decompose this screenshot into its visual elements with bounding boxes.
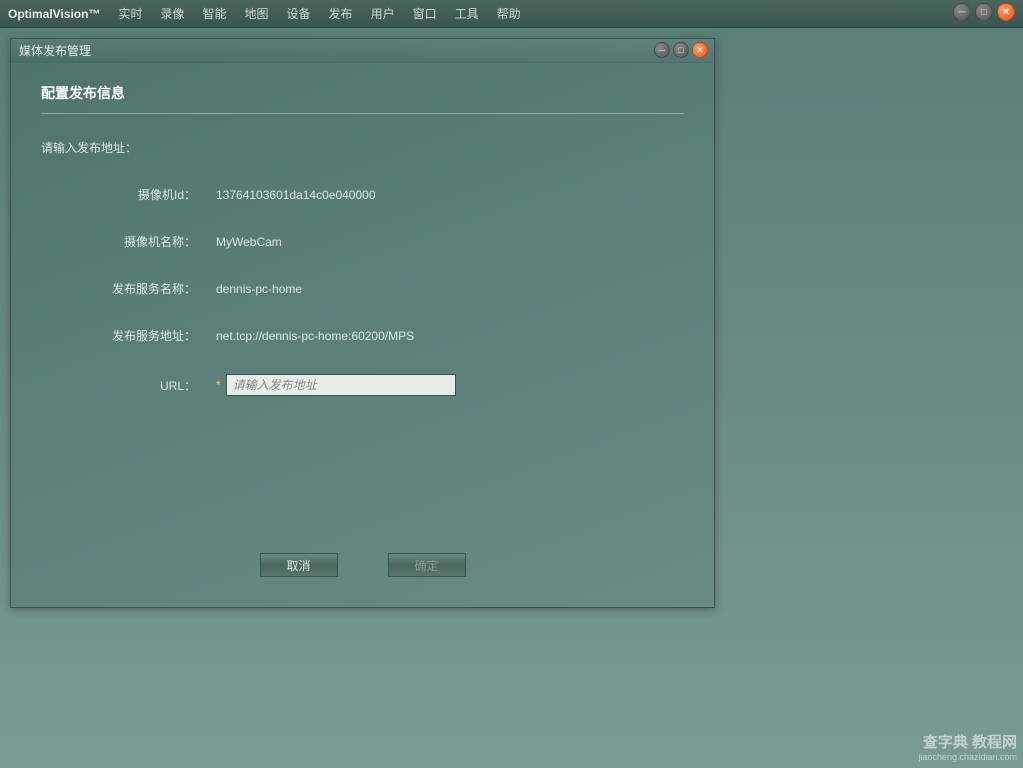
value-service-address: net.tcp://dennis-pc-home:60200/MPS <box>216 329 414 343</box>
ok-button[interactable]: 确定 <box>388 553 466 577</box>
close-icon[interactable]: ✕ <box>997 3 1015 21</box>
dialog-minimize-icon[interactable]: ─ <box>654 42 670 58</box>
menu-record[interactable]: 录像 <box>160 5 184 22</box>
label-service-name: 发布服务名称： <box>71 280 216 297</box>
watermark-main: 查字典 教程网 <box>918 733 1017 753</box>
row-camera-id: 摄像机Id： 13764103601da14c0e040000 <box>71 186 684 203</box>
dialog-window-controls: ─ □ ✕ <box>654 42 708 58</box>
row-url: URL： * <box>71 374 684 396</box>
dialog-buttons: 取消 确定 <box>41 553 684 592</box>
menu-help[interactable]: 帮助 <box>497 5 521 22</box>
main-window-controls: ─ □ ✕ <box>953 3 1015 21</box>
menu-items: 实时 录像 智能 地图 设备 发布 用户 窗口 工具 帮助 <box>118 5 520 22</box>
value-service-name: dennis-pc-home <box>216 282 302 296</box>
section-heading: 配置发布信息 <box>41 83 684 114</box>
menu-intelligent[interactable]: 智能 <box>203 5 227 22</box>
row-service-address: 发布服务地址： net.tcp://dennis-pc-home:60200/M… <box>71 327 684 344</box>
main-window: OptimalVision™ 实时 录像 智能 地图 设备 发布 用户 窗口 工… <box>0 0 1023 768</box>
menu-publish[interactable]: 发布 <box>329 5 353 22</box>
content-area: 媒体发布管理 ─ □ ✕ 配置发布信息 请输入发布地址： 摄像机Id： 1376… <box>0 28 1023 768</box>
publish-dialog: 媒体发布管理 ─ □ ✕ 配置发布信息 请输入发布地址： 摄像机Id： 1376… <box>10 38 715 608</box>
menu-tools[interactable]: 工具 <box>455 5 479 22</box>
label-service-address: 发布服务地址： <box>71 327 216 344</box>
dialog-title: 媒体发布管理 <box>19 42 91 59</box>
value-camera-name: MyWebCam <box>216 235 282 249</box>
maximize-icon[interactable]: □ <box>975 3 993 21</box>
menu-device[interactable]: 设备 <box>287 5 311 22</box>
value-camera-id: 13764103601da14c0e040000 <box>216 188 376 202</box>
label-url: URL： <box>71 377 216 394</box>
watermark-sub: jiaocheng.chazidian.com <box>918 752 1017 764</box>
dialog-maximize-icon[interactable]: □ <box>673 42 689 58</box>
dialog-titlebar[interactable]: 媒体发布管理 ─ □ ✕ <box>11 39 714 63</box>
minimize-icon[interactable]: ─ <box>953 3 971 21</box>
prompt-text: 请输入发布地址： <box>41 139 684 156</box>
menu-window[interactable]: 窗口 <box>413 5 437 22</box>
menu-bar: OptimalVision™ 实时 录像 智能 地图 设备 发布 用户 窗口 工… <box>0 0 1023 28</box>
app-brand: OptimalVision™ <box>8 7 100 21</box>
menu-realtime[interactable]: 实时 <box>118 5 142 22</box>
label-camera-name: 摄像机名称： <box>71 233 216 250</box>
watermark: 查字典 教程网 jiaocheng.chazidian.com <box>918 733 1017 764</box>
label-camera-id: 摄像机Id： <box>71 186 216 203</box>
url-input[interactable] <box>226 374 456 396</box>
menu-map[interactable]: 地图 <box>245 5 269 22</box>
cancel-button[interactable]: 取消 <box>260 553 338 577</box>
row-service-name: 发布服务名称： dennis-pc-home <box>71 280 684 297</box>
dialog-body: 配置发布信息 请输入发布地址： 摄像机Id： 13764103601da14c0… <box>11 63 714 607</box>
form-rows: 摄像机Id： 13764103601da14c0e040000 摄像机名称： M… <box>41 186 684 396</box>
menu-user[interactable]: 用户 <box>371 5 395 22</box>
dialog-close-icon[interactable]: ✕ <box>692 42 708 58</box>
row-camera-name: 摄像机名称： MyWebCam <box>71 233 684 250</box>
required-mark: * <box>216 378 221 392</box>
